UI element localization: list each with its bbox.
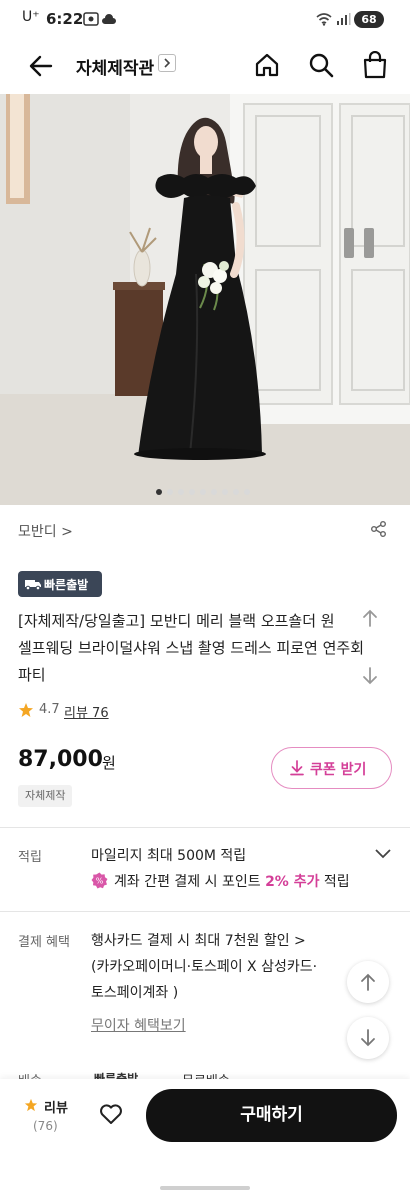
- section-divider: [0, 827, 410, 828]
- share-icon[interactable]: [370, 520, 388, 538]
- arrow-down-icon: [361, 1029, 375, 1047]
- carousel-dot[interactable]: [189, 489, 195, 495]
- scroll-bottom-button[interactable]: [348, 656, 392, 690]
- scroll-top-button[interactable]: [348, 596, 392, 640]
- product-image[interactable]: [0, 94, 410, 505]
- wifi-icon: [316, 13, 332, 26]
- download-icon: [290, 760, 304, 776]
- screenshot-icon: [83, 12, 99, 26]
- point-highlight: 2% 추가: [265, 874, 320, 890]
- arrow-up-icon: [363, 609, 377, 627]
- heart-icon[interactable]: [99, 1103, 123, 1125]
- scroll-up-button[interactable]: [347, 961, 389, 1003]
- coupon-button[interactable]: 쿠폰 받기: [271, 747, 392, 789]
- cloud-icon: [102, 14, 116, 24]
- arrow-up-icon: [361, 973, 375, 991]
- battery-level: 68: [361, 13, 377, 26]
- carousel-dot[interactable]: [167, 489, 173, 495]
- payment-benefit-label: 결제 혜택: [18, 935, 70, 950]
- truck-icon: [25, 580, 41, 590]
- bottom-review-label[interactable]: 리뷰: [44, 1097, 68, 1116]
- mileage-text: 마일리지 최대 500M 적립: [91, 848, 247, 864]
- chevron-down-icon[interactable]: [374, 847, 392, 861]
- fast-shipping-label: 빠른출발: [44, 578, 89, 592]
- carousel-dot[interactable]: [222, 489, 228, 495]
- carrier-label: U⁺: [22, 9, 40, 25]
- point-text-prefix: 계좌 간편 결제 시 포인트: [114, 874, 266, 890]
- shop-title[interactable]: 자체제작관: [76, 54, 154, 79]
- search-icon[interactable]: [308, 52, 334, 78]
- fast-shipping-badge: 빠른출발: [18, 571, 102, 597]
- status-bar: U⁺ 6:22 68: [0, 0, 410, 40]
- shipping-row: 배송 빠른출발 무료배송: [0, 1066, 410, 1080]
- card-discount-link[interactable]: 행사카드 결제 시 최대 7천원 할인 >: [91, 930, 306, 950]
- product-title-line-1: [자체제작/당일출고] 모반디 메리 블랙 오프숄더 원: [18, 612, 335, 630]
- rating-value: 4.7: [39, 702, 60, 717]
- price: 87,000: [18, 747, 103, 772]
- card-discount-detail-1: (카카오페이머니·토스페이 X 삼성카드·: [91, 959, 318, 975]
- battery-indicator: 68: [354, 11, 384, 28]
- carousel-dot[interactable]: [156, 489, 162, 495]
- top-app-bar: 자체제작관: [0, 40, 410, 94]
- star-icon: [24, 1098, 38, 1112]
- section-divider: [0, 911, 410, 912]
- brand-link[interactable]: 모반디 >: [18, 521, 73, 541]
- star-icon: [19, 703, 33, 717]
- point-badge-icon: %: [91, 872, 108, 889]
- gesture-handle: [160, 1186, 250, 1190]
- carousel-dot[interactable]: [244, 489, 250, 495]
- carousel-dot[interactable]: [211, 489, 217, 495]
- price-unit: 원: [102, 754, 116, 772]
- carousel-dot[interactable]: [178, 489, 184, 495]
- product-title-line-3: 파티: [18, 666, 46, 684]
- product-title-line-2: 셀프웨딩 브라이덜샤워 스냅 촬영 드레스 피로연 연주회: [18, 639, 365, 657]
- card-discount-detail-2: 토스페이계좌 ): [91, 985, 179, 1001]
- shop-title-chevron-icon[interactable]: [158, 54, 176, 72]
- scroll-down-button[interactable]: [347, 1017, 389, 1059]
- carousel-dot[interactable]: [200, 489, 206, 495]
- point-text-suffix: 적립: [319, 874, 350, 890]
- review-count-link[interactable]: 리뷰 76: [64, 702, 109, 721]
- signal-icon: [337, 13, 351, 25]
- bottom-review-count: (76): [33, 1119, 58, 1133]
- carousel-dot[interactable]: [233, 489, 239, 495]
- interest-free-link[interactable]: 무이자 혜택보기: [91, 1015, 186, 1035]
- account-payment-point-text: 계좌 간편 결제 시 포인트 2% 추가 적립: [114, 871, 350, 891]
- home-icon[interactable]: [254, 52, 280, 78]
- svg-text:%: %: [96, 877, 104, 886]
- points-label: 적립: [18, 850, 42, 865]
- buy-button[interactable]: 구매하기: [146, 1089, 397, 1142]
- back-arrow-icon[interactable]: [28, 54, 54, 78]
- status-time: 6:22: [46, 10, 84, 28]
- coupon-button-label: 쿠폰 받기: [310, 762, 367, 778]
- product-tag: 자체제작: [18, 785, 73, 807]
- arrow-down-icon: [363, 667, 377, 685]
- shopping-bag-icon[interactable]: [362, 51, 388, 79]
